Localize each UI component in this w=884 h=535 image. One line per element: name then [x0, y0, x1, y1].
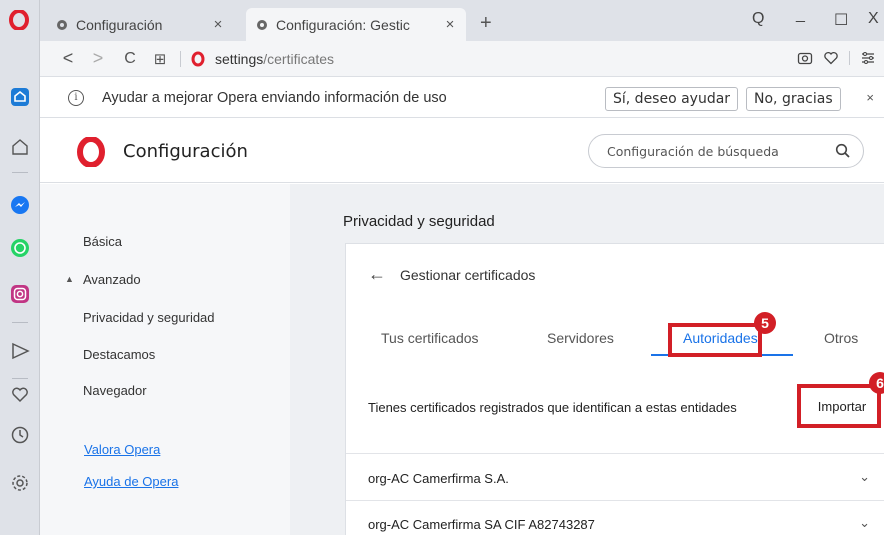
settings-header: Configuración Configuración de búsqueda — [40, 119, 884, 183]
flow-send-icon[interactable] — [9, 340, 31, 362]
heart-icon[interactable] — [823, 50, 839, 66]
search-icon — [835, 143, 850, 158]
highlight-box — [668, 323, 762, 357]
settings-gear-icon[interactable] — [9, 472, 31, 494]
opera-logo[interactable] — [9, 10, 29, 30]
step-badge: 6 — [869, 372, 884, 394]
tab-title: Configuración: Gestic — [276, 16, 410, 33]
gear-icon — [257, 19, 267, 30]
certificate-tabs: Tus certificados Servidores Autoridades … — [346, 324, 884, 358]
speed-dial-icon[interactable] — [9, 136, 31, 158]
tab-tus-certificados[interactable]: Tus certificados — [381, 330, 479, 346]
camera-icon[interactable] — [797, 50, 813, 66]
url-path: /certificates — [263, 50, 335, 67]
tab-otros[interactable]: Otros — [824, 330, 858, 346]
certificate-entry[interactable]: org-AC Camerfirma S.A. — [368, 471, 509, 486]
opera-site-icon — [191, 51, 205, 66]
close-tab-icon[interactable]: × — [442, 16, 458, 33]
close-icon[interactable]: × — [866, 90, 874, 105]
tab-title: Configuración — [76, 16, 163, 33]
sidebar-item-destacamos[interactable]: Destacamos — [83, 347, 155, 362]
url-host: settings — [215, 50, 264, 67]
instagram-icon[interactable] — [9, 283, 31, 305]
easy-setup-icon[interactable] — [860, 50, 876, 66]
divider — [346, 500, 884, 501]
tab-servidores[interactable]: Servidores — [547, 330, 614, 346]
new-tab-button[interactable]: + — [480, 12, 492, 35]
messenger-icon[interactable] — [9, 194, 31, 216]
certificates-card: ← Gestionar certificados Tus certificado… — [345, 243, 884, 535]
divider — [849, 51, 850, 65]
heart-icon[interactable] — [9, 384, 31, 406]
info-bar: i Ayudar a mejorar Opera enviando inform… — [40, 78, 884, 118]
tab-bar: Configuración × Configuración: Gestic × … — [40, 0, 884, 41]
authorities-description: Tienes certificados registrados que iden… — [368, 400, 737, 415]
minimize-button[interactable]: _ — [796, 6, 805, 24]
search-placeholder: Configuración de búsqueda — [607, 144, 779, 159]
address-bar-actions — [797, 50, 876, 66]
back-arrow-icon[interactable]: ← — [368, 264, 392, 285]
highlight-box — [797, 384, 881, 428]
whatsapp-icon[interactable] — [9, 237, 31, 259]
page-title: Configuración — [123, 141, 248, 162]
decline-button[interactable]: No, gracias — [746, 87, 841, 111]
divider — [180, 50, 181, 67]
rate-opera-link[interactable]: Valora Opera — [84, 442, 160, 457]
sidebar-rail — [0, 0, 40, 535]
sidebar-item-avanzado[interactable]: Avanzado — [83, 272, 141, 287]
section-title: Privacidad y seguridad — [343, 213, 495, 230]
opera-help-link[interactable]: Ayuda de Opera — [84, 474, 178, 489]
settings-sidebar: Básica ▲ Avanzado Privacidad y seguridad… — [40, 184, 290, 535]
close-window-button[interactable]: X — [868, 10, 879, 28]
tab-gestionar-certificados[interactable]: Configuración: Gestic × — [246, 8, 466, 41]
info-message: Ayudar a mejorar Opera enviando informac… — [102, 89, 447, 106]
rail-divider — [12, 172, 28, 173]
chevron-down-icon[interactable]: ⌄ — [859, 469, 870, 485]
back-row: ← Gestionar certificados — [368, 264, 535, 285]
manage-certificates-title: Gestionar certificados — [400, 266, 536, 283]
history-icon[interactable] — [9, 424, 31, 446]
home-icon[interactable] — [9, 86, 31, 108]
address-bar: < > C ⊞ settings/certificates — [40, 41, 884, 77]
tab-configuracion[interactable]: Configuración × — [54, 8, 234, 41]
caret-up-icon[interactable]: ▲ — [65, 274, 74, 284]
maximize-button[interactable]: ☐ — [834, 10, 848, 30]
step-badge: 5 — [754, 312, 776, 334]
tab-search-button[interactable]: Q — [752, 10, 764, 28]
gear-icon — [57, 19, 67, 30]
certificate-entry[interactable]: org-AC Camerfirma SA CIF A82743287 — [368, 517, 595, 532]
back-button[interactable]: < — [56, 48, 80, 69]
sidebar-item-basica[interactable]: Básica — [83, 234, 122, 249]
tabs-overview-button[interactable]: ⊞ — [148, 50, 172, 68]
rail-divider — [12, 322, 28, 323]
url-field[interactable]: settings/certificates — [215, 51, 334, 67]
divider — [346, 453, 884, 454]
forward-button[interactable]: > — [86, 48, 110, 69]
chevron-down-icon[interactable]: ⌄ — [859, 515, 870, 531]
accept-help-button[interactable]: Sí, deseo ayudar — [605, 87, 739, 111]
settings-search-input[interactable]: Configuración de búsqueda — [588, 134, 864, 168]
info-icon: i — [68, 89, 84, 106]
reload-button[interactable]: C — [118, 50, 142, 68]
close-tab-icon[interactable]: × — [210, 16, 226, 33]
opera-logo — [77, 137, 105, 167]
sidebar-item-privacidad[interactable]: Privacidad y seguridad — [83, 310, 215, 325]
sidebar-item-navegador[interactable]: Navegador — [83, 383, 147, 398]
rail-divider — [12, 378, 28, 379]
settings-main: Privacidad y seguridad ← Gestionar certi… — [290, 184, 884, 535]
